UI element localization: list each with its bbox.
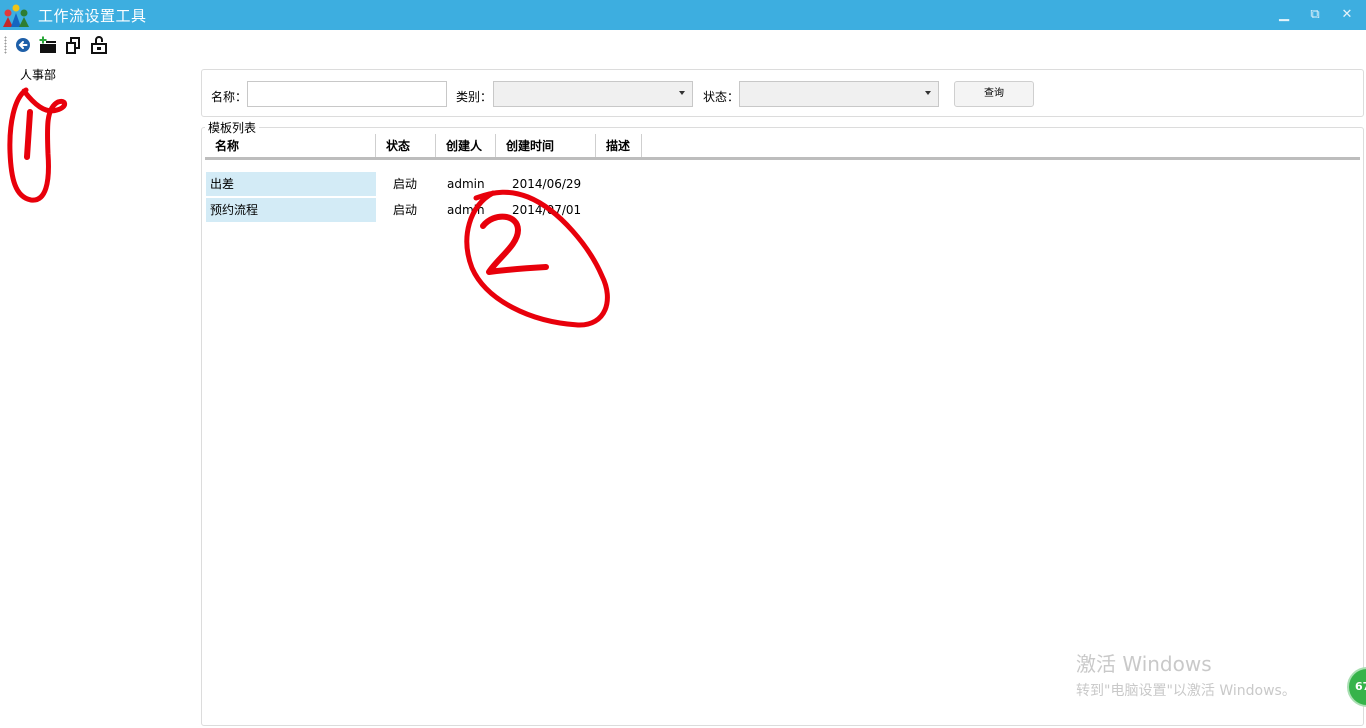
row-creator: admin [447,177,485,191]
row-name: 出差 [206,172,376,196]
name-label: 名称： [211,90,248,104]
name-input[interactable] [247,81,447,107]
search-panel: 名称： 类别： 状态： 查询 [201,69,1364,117]
back-icon[interactable] [14,35,34,55]
app-logo-icon [2,3,30,27]
permissions-icon[interactable] [89,35,109,55]
grid-header: 名称 状态 创建人 创建时间 描述 [205,134,1360,160]
column-header-desc[interactable]: 描述 [596,134,642,157]
row-created: 2014/07/01 [512,203,582,217]
header-divider [205,157,1360,160]
watermark-subtitle: 转到"电脑设置"以激活 Windows。 [1076,683,1296,699]
minimize-button[interactable]: ▁ [1274,5,1294,25]
chevron-down-icon [679,91,685,95]
row-status: 启动 [393,177,418,191]
chevron-down-icon [925,91,931,95]
department-tree: 人事部 [0,62,198,726]
table-row[interactable]: 出差 启动 admin 2014/06/29 [205,172,685,196]
query-button[interactable]: 查询 [954,81,1034,107]
row-name: 预约流程 [206,198,376,222]
column-header-creator[interactable]: 创建人 [436,134,496,157]
toolbar [0,31,1366,59]
tree-item-hr[interactable]: 人事部 [20,66,56,83]
title-bar: 工作流设置工具 ▁ ⧉ ✕ [0,0,1366,30]
watermark-title: 激活 Windows [1076,652,1212,676]
row-status: 启动 [393,203,418,217]
category-label: 类别： [456,90,493,104]
status-select[interactable] [739,81,939,107]
copy-icon[interactable] [63,35,83,55]
activation-watermark: 激活 Windows 转到"电脑设置"以激活 Windows。 [1076,648,1296,700]
status-label: 状态： [703,90,740,104]
column-header-name[interactable]: 名称 [205,134,376,157]
column-header-status[interactable]: 状态 [376,134,436,157]
restore-button[interactable]: ⧉ [1305,5,1325,25]
row-created: 2014/06/29 [512,177,582,191]
column-header-created[interactable]: 创建时间 [496,134,596,157]
category-select[interactable] [493,81,693,107]
add-icon[interactable] [38,35,58,55]
window-title: 工作流设置工具 [38,7,147,25]
table-row[interactable]: 预约流程 启动 admin 2014/07/01 [205,198,685,222]
row-creator: admin [447,203,485,217]
toolbar-grip[interactable] [4,36,7,54]
close-button[interactable]: ✕ [1337,5,1357,25]
